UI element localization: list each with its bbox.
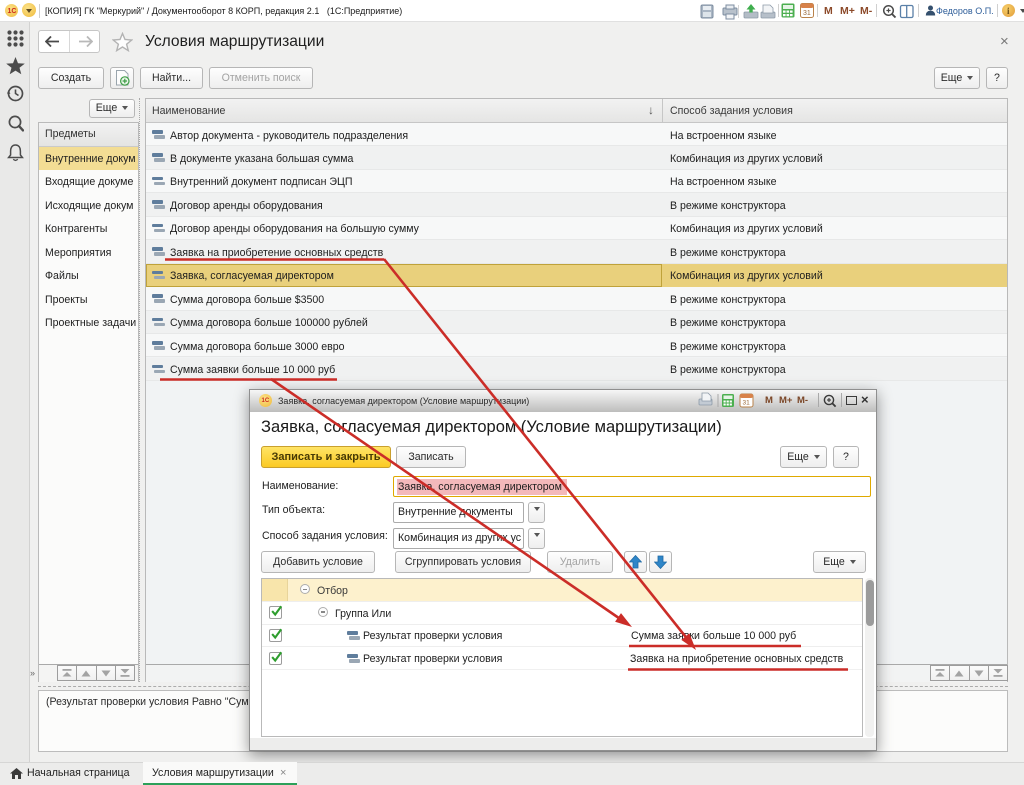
svg-text:31: 31 bbox=[743, 400, 751, 407]
svg-text:31: 31 bbox=[803, 10, 811, 17]
